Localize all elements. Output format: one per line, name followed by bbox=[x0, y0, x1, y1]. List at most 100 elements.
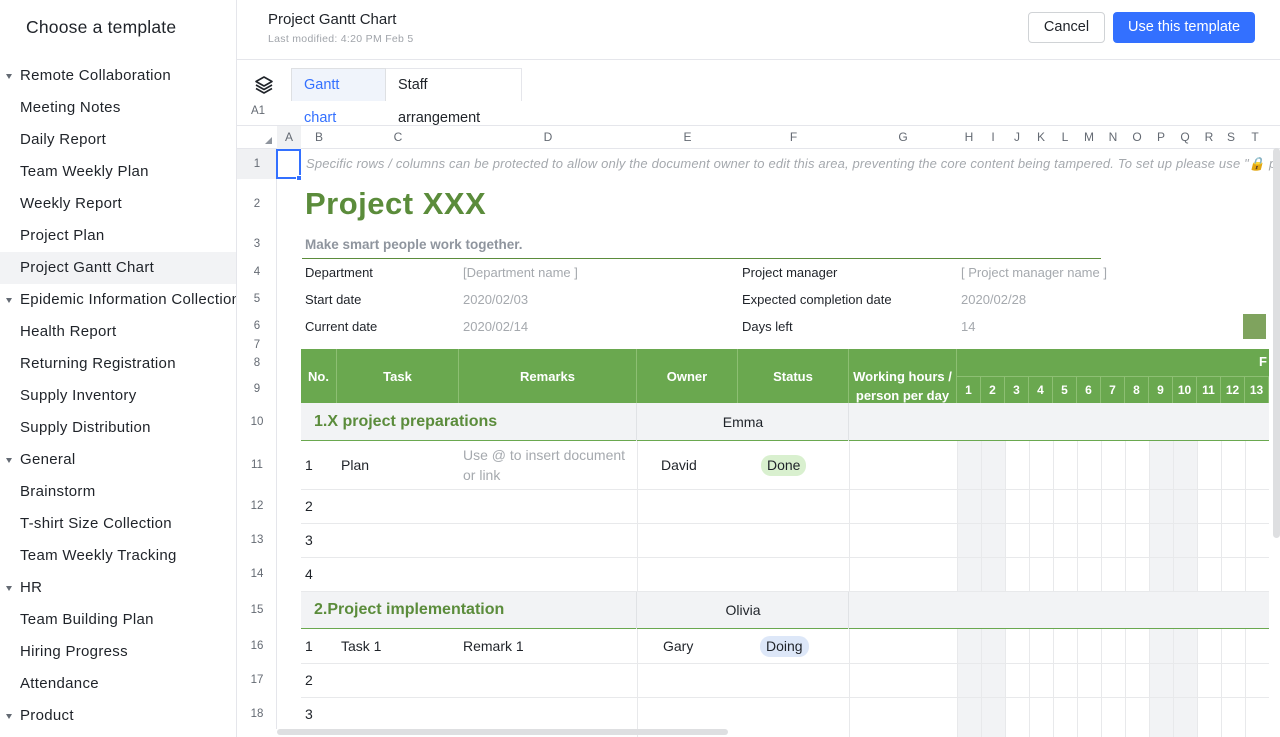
sidebar-item[interactable]: Supply Distribution bbox=[0, 412, 236, 444]
vertical-scrollbar[interactable] bbox=[1273, 148, 1280, 538]
sidebar-item[interactable]: Brainstorm bbox=[0, 476, 236, 508]
row-header[interactable]: 17 bbox=[237, 663, 277, 697]
row-header[interactable]: 4 bbox=[237, 259, 277, 286]
sidebar-item[interactable]: Meeting Notes bbox=[0, 92, 236, 124]
row-no[interactable]: 4 bbox=[305, 566, 313, 582]
column-header[interactable]: F bbox=[738, 126, 849, 149]
row-no[interactable]: 3 bbox=[305, 706, 313, 722]
row-header[interactable]: 15 bbox=[237, 591, 277, 629]
owner-cell[interactable]: David bbox=[661, 457, 697, 473]
column-header[interactable]: B bbox=[301, 126, 337, 149]
column-header[interactable]: Q bbox=[1173, 126, 1197, 149]
row-header[interactable]: 6 bbox=[237, 313, 277, 339]
column-header[interactable]: J bbox=[1005, 126, 1029, 149]
column-header[interactable]: L bbox=[1053, 126, 1077, 149]
section-row[interactable]: 1.X project preparations Emma bbox=[301, 403, 1269, 441]
sidebar-item[interactable]: Health Report bbox=[0, 316, 236, 348]
sidebar-group[interactable]: HR bbox=[0, 572, 236, 604]
sidebar-item-label: Supply Distribution bbox=[20, 419, 151, 436]
column-header[interactable]: T bbox=[1241, 126, 1269, 149]
row-header[interactable]: 1 bbox=[237, 149, 277, 179]
remarks-cell[interactable]: Remark 1 bbox=[463, 638, 524, 654]
sidebar-item[interactable]: T-shirt Size Collection bbox=[0, 508, 236, 540]
fill-handle[interactable] bbox=[296, 175, 302, 181]
department-value[interactable]: [Department name ] bbox=[463, 265, 578, 280]
sidebar-item-label: Daily Report bbox=[20, 131, 107, 148]
section-row[interactable]: 2.Project implementation Olivia bbox=[301, 591, 1269, 629]
sidebar-item[interactable]: Returning Registration bbox=[0, 348, 236, 380]
row-no[interactable]: 3 bbox=[305, 532, 313, 548]
sidebar-item-label: Health Report bbox=[20, 323, 117, 340]
column-gridline bbox=[849, 629, 850, 737]
status-badge[interactable]: Done bbox=[761, 455, 807, 476]
column-header[interactable]: H bbox=[957, 126, 981, 149]
sidebar-item[interactable]: Weekly Report bbox=[0, 188, 236, 220]
column-header[interactable]: C bbox=[337, 126, 459, 149]
row-no[interactable]: 1 bbox=[305, 457, 313, 473]
column-header[interactable]: M bbox=[1077, 126, 1101, 149]
row-no[interactable]: 2 bbox=[305, 672, 313, 688]
cancel-button[interactable]: Cancel bbox=[1028, 12, 1105, 43]
layers-icon[interactable] bbox=[254, 75, 274, 95]
sidebar-group[interactable]: Epidemic Information Collection bbox=[0, 284, 236, 316]
column-header[interactable]: D bbox=[459, 126, 637, 149]
task-cell[interactable]: Plan bbox=[341, 457, 369, 473]
column-header[interactable]: N bbox=[1101, 126, 1125, 149]
column-header[interactable]: P bbox=[1149, 126, 1173, 149]
row-header[interactable]: 9 bbox=[237, 375, 277, 403]
column-header[interactable]: E bbox=[637, 126, 738, 149]
manager-value[interactable]: [ Project manager name ] bbox=[961, 265, 1107, 280]
select-all-corner[interactable] bbox=[265, 137, 272, 144]
sidebar-item-label: Team Weekly Tracking bbox=[20, 547, 177, 564]
sidebar-item-label: General bbox=[20, 451, 76, 468]
column-header[interactable]: O bbox=[1125, 126, 1149, 149]
sidebar-item[interactable]: Project Plan bbox=[0, 220, 236, 252]
sidebar-item[interactable]: Supply Inventory bbox=[0, 380, 236, 412]
row-header[interactable]: 18 bbox=[237, 697, 277, 731]
sidebar-item[interactable]: Team Weekly Tracking bbox=[0, 540, 236, 572]
row-header[interactable]: 12 bbox=[237, 489, 277, 523]
sidebar-item[interactable]: Hiring Progress bbox=[0, 636, 236, 668]
horizontal-scrollbar[interactable] bbox=[277, 729, 728, 735]
completion-date-value[interactable]: 2020/02/28 bbox=[961, 292, 1026, 307]
tab-staff-arrangement[interactable]: Staff arrangement bbox=[386, 68, 522, 126]
tab-gantt-chart[interactable]: Gantt chart bbox=[291, 68, 386, 126]
row-header[interactable]: 8 bbox=[237, 351, 277, 375]
column-header[interactable]: S bbox=[1221, 126, 1241, 149]
sidebar-item[interactable]: Team Weekly Plan bbox=[0, 156, 236, 188]
column-header[interactable]: A bbox=[277, 126, 301, 149]
row-header[interactable]: 3 bbox=[237, 229, 277, 259]
task-cell[interactable]: Task 1 bbox=[341, 638, 381, 654]
sidebar-item[interactable]: Project Gantt Chart bbox=[0, 252, 236, 284]
sidebar-item[interactable]: Attendance bbox=[0, 668, 236, 700]
row-no[interactable]: 2 bbox=[305, 498, 313, 514]
row-header[interactable]: 16 bbox=[237, 629, 277, 663]
sidebar-item[interactable]: Daily Report bbox=[0, 124, 236, 156]
row-header[interactable]: 5 bbox=[237, 286, 277, 313]
row-header[interactable]: 13 bbox=[237, 523, 277, 557]
column-header[interactable]: K bbox=[1029, 126, 1053, 149]
use-template-button[interactable]: Use this template bbox=[1113, 12, 1255, 43]
row-header[interactable]: 14 bbox=[237, 557, 277, 591]
sidebar-group[interactable]: General bbox=[0, 444, 236, 476]
column-gridline bbox=[981, 441, 982, 591]
sidebar-group[interactable]: Remote Collaboration bbox=[0, 60, 236, 92]
status-badge[interactable]: Doing bbox=[760, 636, 809, 657]
row-no[interactable]: 1 bbox=[305, 638, 313, 654]
column-header[interactable]: G bbox=[849, 126, 957, 149]
row-header[interactable]: 7 bbox=[237, 339, 277, 351]
row-gridline bbox=[301, 663, 1269, 664]
column-gridline bbox=[1053, 441, 1054, 591]
current-date-value[interactable]: 2020/02/14 bbox=[463, 319, 528, 334]
owner-cell[interactable]: Gary bbox=[663, 638, 693, 654]
column-gridline bbox=[1221, 441, 1222, 591]
start-date-value[interactable]: 2020/02/03 bbox=[463, 292, 528, 307]
row-header[interactable]: 2 bbox=[237, 179, 277, 229]
days-left-value[interactable]: 14 bbox=[961, 319, 975, 334]
row-header[interactable]: 10 bbox=[237, 403, 277, 441]
column-header[interactable]: R bbox=[1197, 126, 1221, 149]
column-header[interactable]: I bbox=[981, 126, 1005, 149]
remarks-cell[interactable]: Use @ to insert document or link bbox=[463, 445, 633, 485]
row-header[interactable]: 11 bbox=[237, 441, 277, 489]
sidebar-item[interactable]: Team Building Plan bbox=[0, 604, 236, 636]
